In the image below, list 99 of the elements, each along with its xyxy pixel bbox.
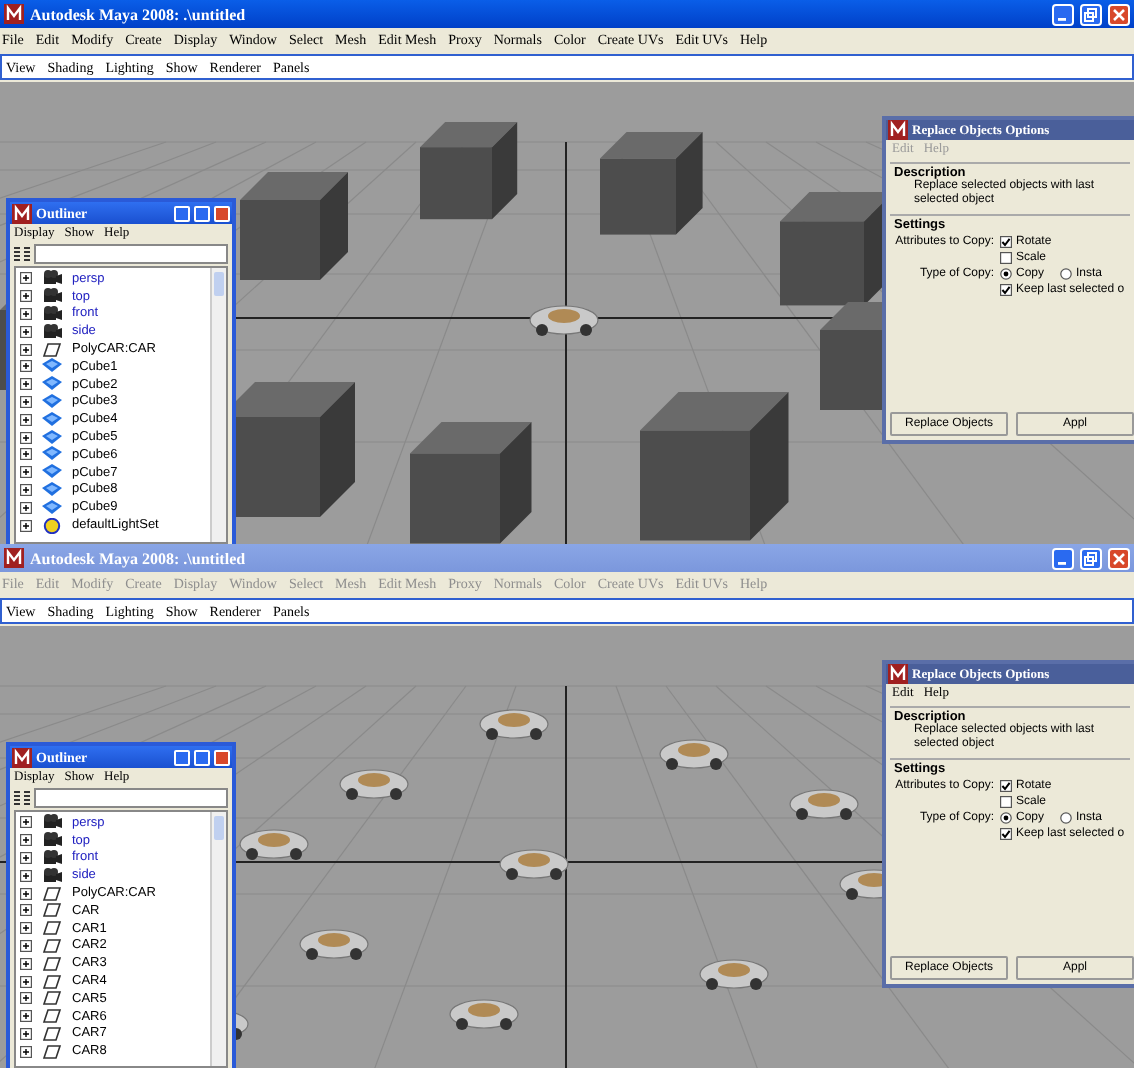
expand-icon[interactable] [20, 325, 32, 338]
camera-icon [42, 323, 62, 340]
expand-icon[interactable] [20, 343, 32, 356]
parallelogram-icon [42, 341, 62, 358]
close-button[interactable] [214, 205, 230, 221]
close-icon [1112, 7, 1126, 21]
mesh-icon [42, 481, 62, 498]
filter-field[interactable] [34, 244, 228, 264]
expand-icon[interactable] [20, 922, 32, 935]
restore-button[interactable] [1080, 547, 1102, 569]
expand-icon[interactable] [20, 851, 32, 864]
checkbox[interactable] [1000, 236, 1012, 248]
radio-button[interactable] [1000, 268, 1012, 280]
expand-icon[interactable] [20, 413, 32, 426]
expand-icon[interactable] [20, 992, 32, 1005]
car-model [659, 739, 729, 770]
car-model [339, 769, 409, 800]
expand-icon[interactable] [20, 904, 32, 917]
cube-shape [420, 122, 518, 220]
expand-icon[interactable] [20, 816, 32, 829]
car-model [789, 789, 859, 820]
radio-button[interactable] [1060, 268, 1073, 280]
expand-icon[interactable] [20, 975, 32, 988]
scrollbar[interactable] [210, 268, 226, 542]
cube-shape [240, 172, 348, 280]
close-button[interactable] [1108, 547, 1130, 569]
filter-icon[interactable] [14, 790, 30, 806]
filter-icon[interactable] [14, 246, 30, 262]
expand-icon[interactable] [20, 957, 32, 970]
expand-icon[interactable] [20, 272, 32, 285]
camera-icon [42, 305, 62, 322]
app-icon [4, 4, 24, 24]
expand-icon[interactable] [20, 307, 32, 320]
expand-icon[interactable] [20, 869, 32, 882]
filter-field[interactable] [34, 788, 228, 808]
car-model [529, 305, 599, 336]
mesh-icon [42, 358, 62, 375]
mesh-icon [42, 446, 62, 463]
camera-icon [42, 849, 62, 866]
light-set-icon [42, 517, 62, 534]
camera-icon [42, 814, 62, 831]
maximize-button[interactable] [194, 749, 210, 765]
app-icon [12, 203, 32, 223]
camera-icon [42, 270, 62, 287]
checkbox[interactable] [1000, 284, 1012, 296]
car-model [299, 929, 369, 960]
restore-icon [1084, 551, 1098, 565]
expand-icon[interactable] [20, 1010, 32, 1023]
expand-icon[interactable] [20, 431, 32, 444]
expand-icon[interactable] [20, 939, 32, 952]
camera-icon [42, 867, 62, 884]
checkbox[interactable] [1000, 796, 1012, 808]
cube-shape [600, 132, 703, 235]
app-icon [12, 747, 32, 767]
restore-button[interactable] [1080, 3, 1102, 25]
expand-icon[interactable] [20, 1027, 32, 1040]
minimize-button[interactable] [174, 205, 190, 221]
close-icon [1112, 551, 1126, 565]
car-model [239, 829, 309, 860]
restore-icon [1084, 7, 1098, 21]
window-title: Autodesk Maya 2008: .\untitled [30, 5, 248, 23]
car-model [449, 999, 519, 1030]
checkbox[interactable] [1000, 828, 1012, 840]
car-model [699, 959, 769, 990]
expand-icon[interactable] [20, 290, 32, 303]
minimize-button[interactable] [1052, 547, 1074, 569]
mesh-icon [42, 499, 62, 516]
app-icon [888, 120, 908, 140]
expand-icon[interactable] [20, 834, 32, 847]
mesh-icon [42, 411, 62, 428]
expand-icon[interactable] [20, 887, 32, 900]
minimize-button[interactable] [1052, 3, 1074, 25]
scrollbar[interactable] [210, 812, 226, 1066]
minimize-button[interactable] [174, 749, 190, 765]
radio-button[interactable] [1060, 812, 1073, 824]
close-button[interactable] [214, 749, 230, 765]
cube-shape [410, 422, 532, 544]
checkbox[interactable] [1000, 780, 1012, 792]
camera-icon [42, 832, 62, 849]
expand-icon[interactable] [20, 501, 32, 514]
expand-icon[interactable] [20, 378, 32, 391]
checkbox[interactable] [1000, 252, 1012, 264]
expand-icon[interactable] [20, 360, 32, 373]
car-model [479, 709, 549, 740]
expand-icon[interactable] [20, 483, 32, 496]
app-icon [888, 664, 908, 684]
radio-button[interactable] [1000, 812, 1012, 824]
close-button[interactable] [1108, 3, 1130, 25]
maximize-button[interactable] [194, 205, 210, 221]
expand-icon[interactable] [20, 395, 32, 408]
mesh-icon [42, 393, 62, 410]
camera-icon [42, 288, 62, 305]
expand-icon[interactable] [20, 1045, 32, 1058]
car-model [499, 849, 569, 880]
expand-icon[interactable] [20, 466, 32, 479]
window-title: Autodesk Maya 2008: .\untitled [30, 549, 248, 567]
app-icon [4, 548, 24, 568]
expand-icon[interactable] [20, 519, 32, 532]
expand-icon[interactable] [20, 448, 32, 461]
